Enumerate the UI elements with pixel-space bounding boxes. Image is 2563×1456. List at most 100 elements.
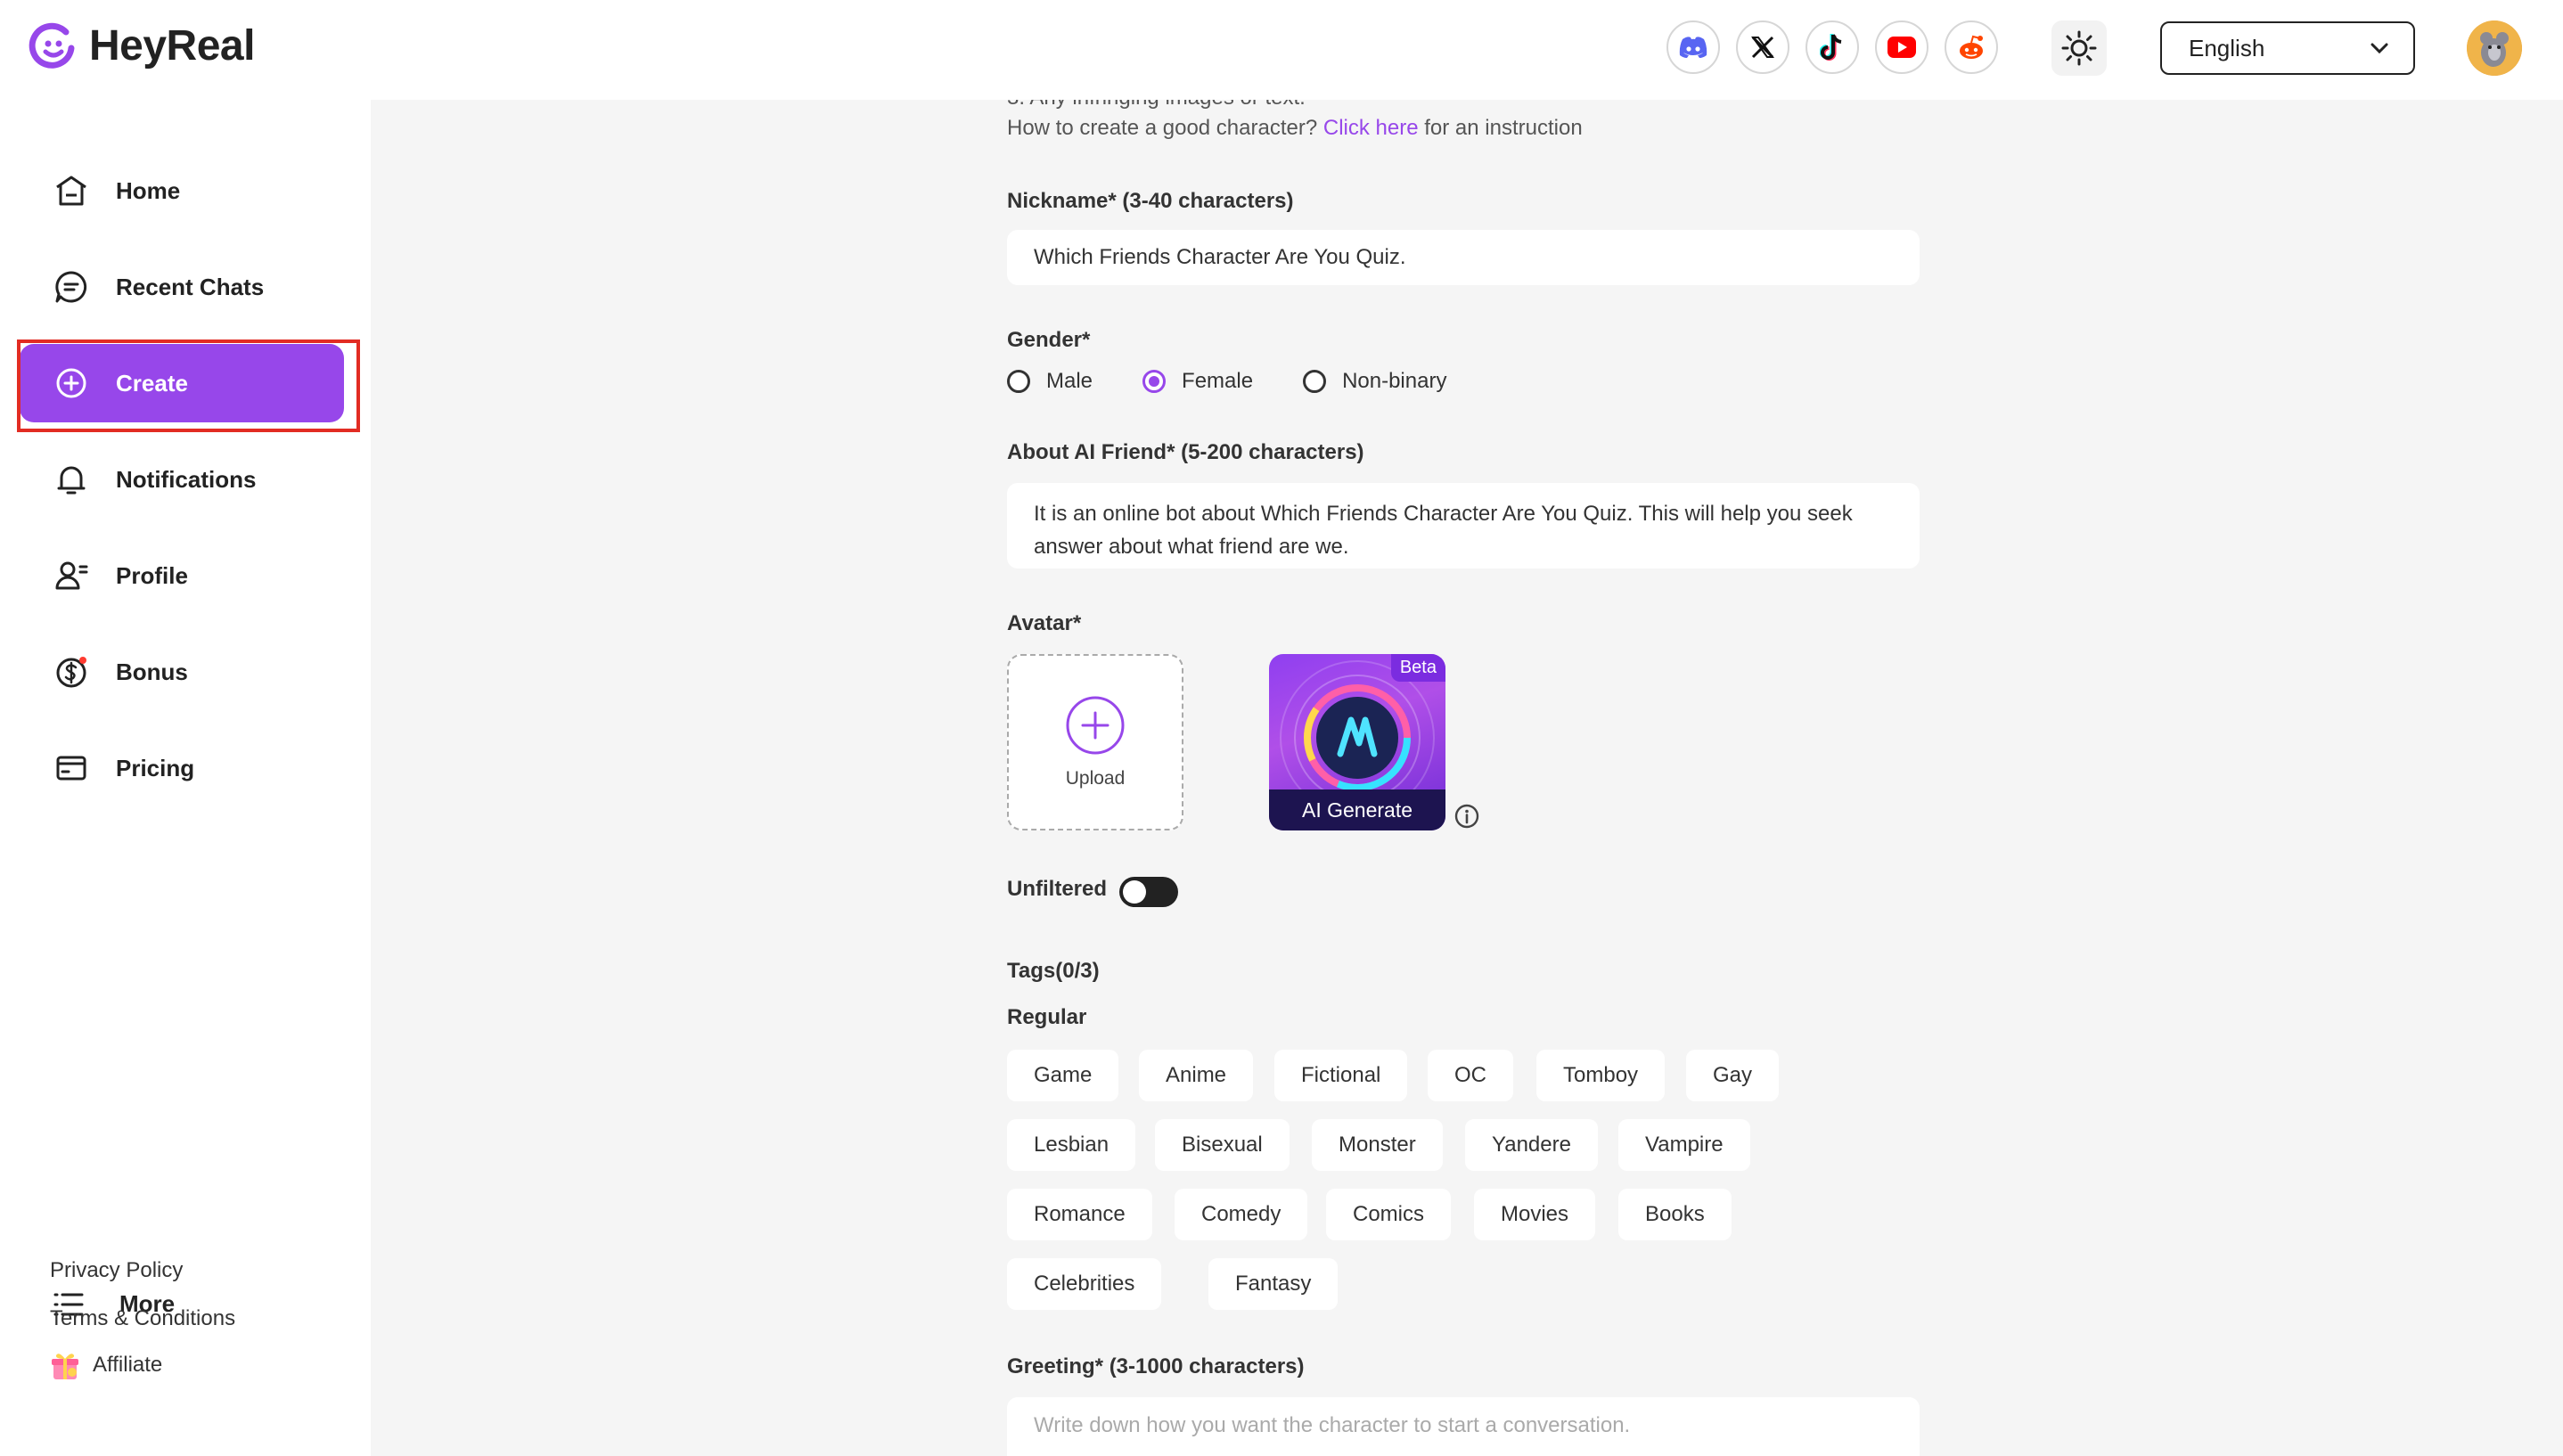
tag-celebrities[interactable]: Celebrities	[1007, 1258, 1162, 1310]
logo[interactable]: HeyReal	[27, 20, 255, 71]
gender-option-non-binary[interactable]: Non-binary	[1303, 369, 1446, 394]
greeting-label: Greeting* (3-1000 characters)	[1007, 1354, 1305, 1378]
discord-icon	[1679, 37, 1707, 58]
unfiltered-label: Unfiltered	[1007, 877, 1108, 901]
tag-fictional[interactable]: Fictional	[1274, 1050, 1408, 1101]
affiliate-label: Affiliate	[93, 1353, 163, 1377]
user-avatar[interactable]	[2467, 20, 2522, 76]
tag-movies[interactable]: Movies	[1474, 1189, 1596, 1240]
sidebar-item-label: Home	[116, 176, 181, 204]
card-icon	[53, 750, 89, 786]
tag-bisexual[interactable]: Bisexual	[1155, 1119, 1290, 1171]
tag-oc[interactable]: OC	[1428, 1050, 1513, 1101]
tag-monster[interactable]: Monster	[1312, 1119, 1443, 1171]
theme-toggle-button[interactable]	[2051, 20, 2107, 76]
regular-tags-label: Regular	[1007, 1005, 1087, 1029]
x-icon	[1751, 36, 1774, 59]
tag-books[interactable]: Books	[1618, 1189, 1732, 1240]
plus-circle-icon	[1066, 696, 1125, 755]
reddit-button[interactable]	[1945, 20, 1998, 74]
reddit-icon	[1960, 35, 1983, 59]
sidebar-item-label: Profile	[116, 561, 188, 589]
tag-tomboy[interactable]: Tomboy	[1536, 1050, 1666, 1101]
info-icon[interactable]	[1454, 804, 1479, 833]
gender-radio-group: Male Female Non-binary	[1007, 369, 1496, 394]
upload-label: Upload	[1065, 768, 1126, 789]
sidebar-item-label: Recent Chats	[116, 273, 265, 300]
tag-comedy[interactable]: Comedy	[1175, 1189, 1308, 1240]
sidebar-item-bonus[interactable]: Bonus	[20, 633, 344, 711]
about-textarea[interactable]: It is an online bot about Which Friends …	[1007, 483, 1920, 568]
radio-male[interactable]	[1007, 370, 1030, 393]
discord-button[interactable]	[1666, 20, 1720, 74]
tiktok-icon	[1820, 34, 1842, 61]
sun-icon	[2061, 30, 2097, 66]
sidebar-item-label: Pricing	[116, 754, 195, 781]
tag-fantasy[interactable]: Fantasy	[1208, 1258, 1339, 1310]
unfiltered-toggle[interactable]	[1119, 877, 1178, 907]
user-icon	[53, 558, 89, 593]
about-value: It is an online bot about Which Friends …	[1034, 502, 1853, 559]
tiktok-button[interactable]	[1806, 20, 1859, 74]
language-value: English	[2189, 34, 2265, 61]
youtube-button[interactable]	[1875, 20, 1928, 74]
sidebar-item-label: Bonus	[116, 658, 188, 685]
heyreal-logo-icon	[29, 22, 75, 69]
gender-label: Gender*	[1007, 328, 1091, 352]
nickname-label: Nickname* (3-40 characters)	[1007, 189, 1294, 213]
greeting-textarea[interactable]: Write down how you want the character to…	[1007, 1397, 1920, 1456]
instruction-link[interactable]: Click here	[1323, 116, 1419, 140]
nickname-input[interactable]: Which Friends Character Are You Quiz.	[1007, 230, 1920, 285]
logo-text: HeyReal	[89, 21, 255, 70]
toggle-knob	[1123, 880, 1146, 904]
beta-badge: Beta	[1390, 654, 1445, 682]
tags-label: Tags(0/3)	[1007, 959, 1100, 983]
sidebar-item-label: Create	[116, 369, 188, 397]
greeting-placeholder: Write down how you want the character to…	[1034, 1413, 1631, 1437]
tag-lesbian[interactable]: Lesbian	[1007, 1119, 1136, 1171]
help-prefix: How to create a good character?	[1007, 116, 1318, 140]
tag-yandere[interactable]: Yandere	[1465, 1119, 1598, 1171]
chat-icon	[53, 269, 89, 305]
gender-option-male[interactable]: Male	[1007, 369, 1093, 394]
ai-generate-button[interactable]: Beta AI Generate	[1269, 654, 1445, 830]
about-label: About AI Friend* (5-200 characters)	[1007, 440, 1364, 464]
plus-circle-icon	[53, 365, 89, 401]
avatar-label: Avatar*	[1007, 611, 1082, 635]
sidebar-item-create[interactable]: Create	[20, 344, 344, 422]
sidebar: Home Recent Chats Create Notifications P…	[0, 100, 371, 1456]
x-button[interactable]	[1736, 20, 1789, 74]
help-suffix: for an instruction	[1418, 116, 1583, 140]
gift-icon	[52, 1354, 78, 1379]
tag-romance[interactable]: Romance	[1007, 1189, 1152, 1240]
guideline-cutoff-text: 3. Any infringing images or text.	[1007, 100, 1306, 110]
language-select[interactable]: English	[2160, 21, 2415, 75]
create-character-form: 3. Any infringing images or text. How to…	[371, 100, 2563, 1456]
tag-anime[interactable]: Anime	[1139, 1050, 1254, 1101]
terms-conditions-link[interactable]: Terms & Conditions	[50, 1306, 235, 1331]
chevron-down-icon	[2371, 43, 2388, 53]
home-icon	[53, 173, 89, 209]
radio-female[interactable]	[1142, 370, 1167, 393]
tag-game[interactable]: Game	[1007, 1050, 1119, 1101]
dollar-icon	[53, 654, 89, 690]
radio-non-binary[interactable]	[1303, 370, 1327, 393]
tag-gay[interactable]: Gay	[1686, 1050, 1780, 1101]
sidebar-item-profile[interactable]: Profile	[20, 536, 344, 615]
upload-avatar-button[interactable]: Upload	[1007, 654, 1183, 830]
sidebar-item-notifications[interactable]: Notifications	[20, 440, 344, 519]
gender-option-female[interactable]: Female	[1142, 369, 1253, 394]
affiliate-link[interactable]: Affiliate	[50, 1349, 162, 1381]
tag-vampire[interactable]: Vampire	[1618, 1119, 1750, 1171]
help-text: How to create a good character? Click he…	[1007, 116, 1583, 141]
tag-comics[interactable]: Comics	[1326, 1189, 1452, 1240]
youtube-icon	[1887, 37, 1916, 58]
nickname-value: Which Friends Character Are You Quiz.	[1034, 245, 1406, 269]
sidebar-item-home[interactable]: Home	[20, 151, 344, 230]
avatar-image	[2467, 20, 2522, 76]
sidebar-item-recent-chats[interactable]: Recent Chats	[20, 248, 344, 326]
privacy-policy-link[interactable]: Privacy Policy	[50, 1258, 183, 1283]
ai-generate-label: AI Generate	[1269, 789, 1445, 830]
bell-icon	[53, 462, 89, 497]
sidebar-item-pricing[interactable]: Pricing	[20, 729, 344, 807]
